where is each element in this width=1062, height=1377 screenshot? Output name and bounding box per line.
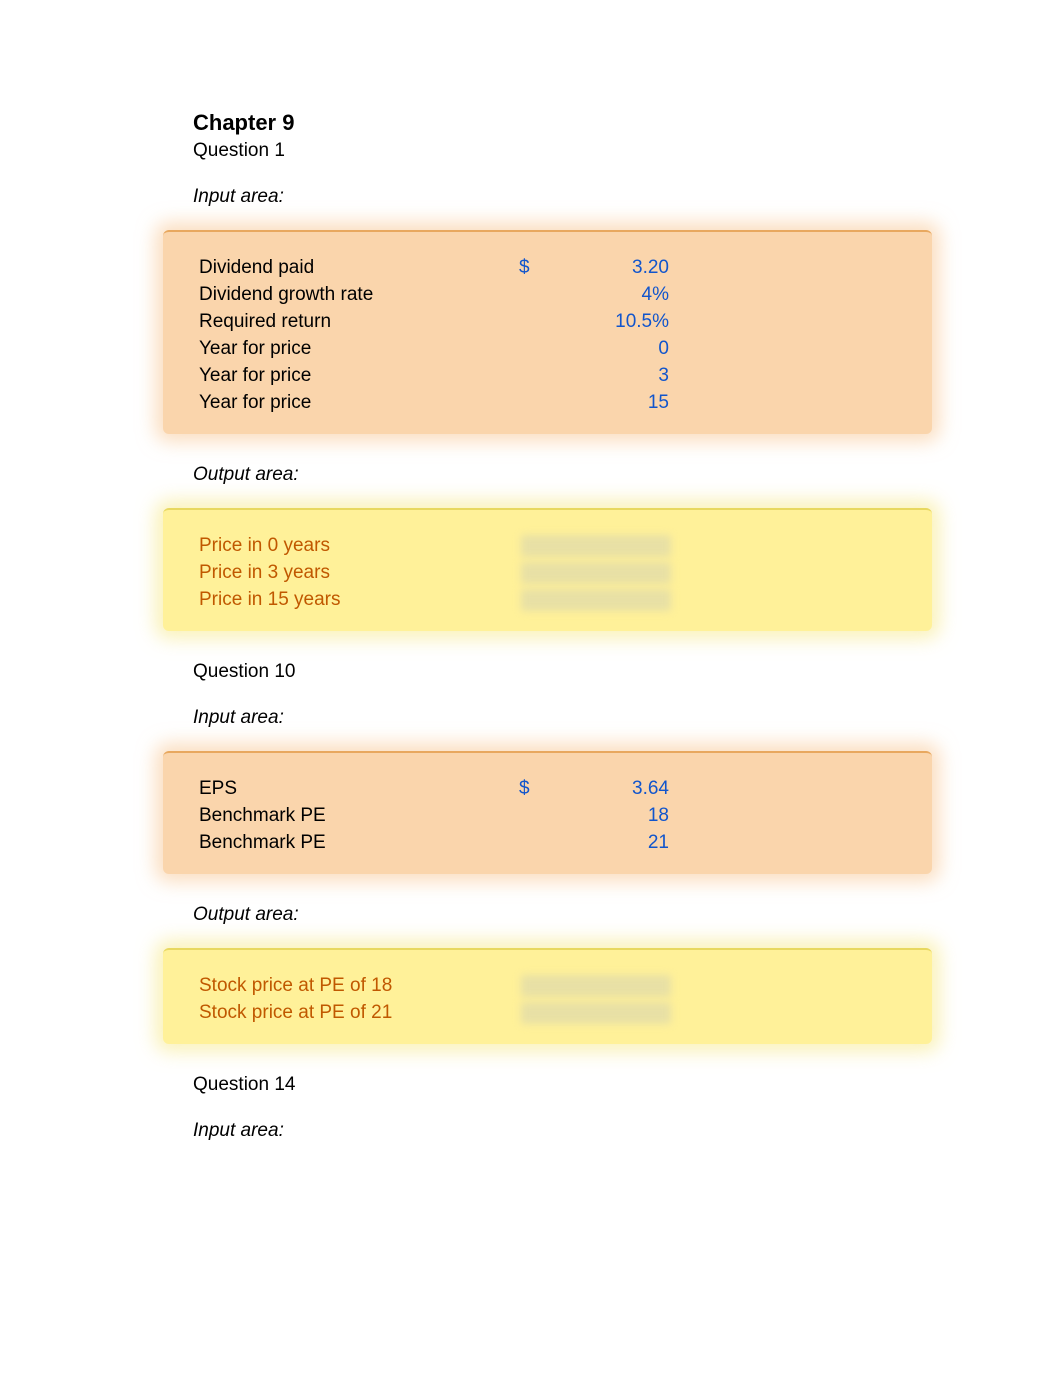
- row-value: 10.5%: [559, 308, 669, 335]
- output-row: Price in 15 years: [199, 586, 896, 613]
- input-row: Year for price 3: [199, 362, 896, 389]
- q10-output-panel: Stock price at PE of 18 Stock price at P…: [163, 948, 932, 1044]
- row-label: Price in 15 years: [199, 586, 519, 613]
- row-label: Year for price: [199, 335, 519, 362]
- currency-symbol: $: [519, 775, 559, 802]
- redacted-value: [521, 975, 671, 997]
- row-label: Price in 3 years: [199, 559, 519, 586]
- row-label: EPS: [199, 775, 519, 802]
- output-area-label: Output area:: [193, 464, 882, 486]
- row-label: Year for price: [199, 362, 519, 389]
- input-area-label: Input area:: [193, 1120, 882, 1142]
- input-row: Dividend growth rate 4%: [199, 281, 896, 308]
- input-area-label: Input area:: [193, 707, 882, 729]
- row-value: 3.64: [559, 775, 669, 802]
- row-label: Required return: [199, 308, 519, 335]
- row-label: Benchmark PE: [199, 802, 519, 829]
- redacted-value: [521, 535, 671, 557]
- row-label: Stock price at PE of 21: [199, 999, 519, 1026]
- row-label: Benchmark PE: [199, 829, 519, 856]
- row-label: Year for price: [199, 389, 519, 416]
- row-label: Stock price at PE of 18: [199, 972, 519, 999]
- q1-input-panel: Dividend paid $ 3.20 Dividend growth rat…: [163, 230, 932, 434]
- redacted-value: [521, 1002, 671, 1024]
- row-value: 21: [559, 829, 669, 856]
- input-row: Benchmark PE 21: [199, 829, 896, 856]
- redacted-value: [521, 562, 671, 584]
- output-row: Stock price at PE of 18: [199, 972, 896, 999]
- output-area-label: Output area:: [193, 904, 882, 926]
- input-row: Required return 10.5%: [199, 308, 896, 335]
- input-row: Year for price 15: [199, 389, 896, 416]
- row-value: 3.20: [559, 254, 669, 281]
- input-row: Benchmark PE 18: [199, 802, 896, 829]
- q10-input-panel: EPS $ 3.64 Benchmark PE 18 Benchmark PE …: [163, 751, 932, 874]
- question-10-heading: Question 10: [193, 661, 882, 683]
- row-value: 0: [559, 335, 669, 362]
- row-value: 3: [559, 362, 669, 389]
- row-value: 4%: [559, 281, 669, 308]
- input-area-label: Input area:: [193, 186, 882, 208]
- input-row: Dividend paid $ 3.20: [199, 254, 896, 281]
- row-label: Dividend paid: [199, 254, 519, 281]
- redacted-value: [521, 589, 671, 611]
- input-row: Year for price 0: [199, 335, 896, 362]
- question-1-heading: Question 1: [193, 140, 882, 162]
- output-row: Stock price at PE of 21: [199, 999, 896, 1026]
- q1-output-panel: Price in 0 years Price in 3 years Price …: [163, 508, 932, 631]
- chapter-title: Chapter 9: [193, 110, 882, 136]
- output-row: Price in 3 years: [199, 559, 896, 586]
- input-row: EPS $ 3.64: [199, 775, 896, 802]
- row-label: Dividend growth rate: [199, 281, 519, 308]
- output-row: Price in 0 years: [199, 532, 896, 559]
- row-label: Price in 0 years: [199, 532, 519, 559]
- row-value: 15: [559, 389, 669, 416]
- row-value: 18: [559, 802, 669, 829]
- currency-symbol: $: [519, 254, 559, 281]
- question-14-heading: Question 14: [193, 1074, 882, 1096]
